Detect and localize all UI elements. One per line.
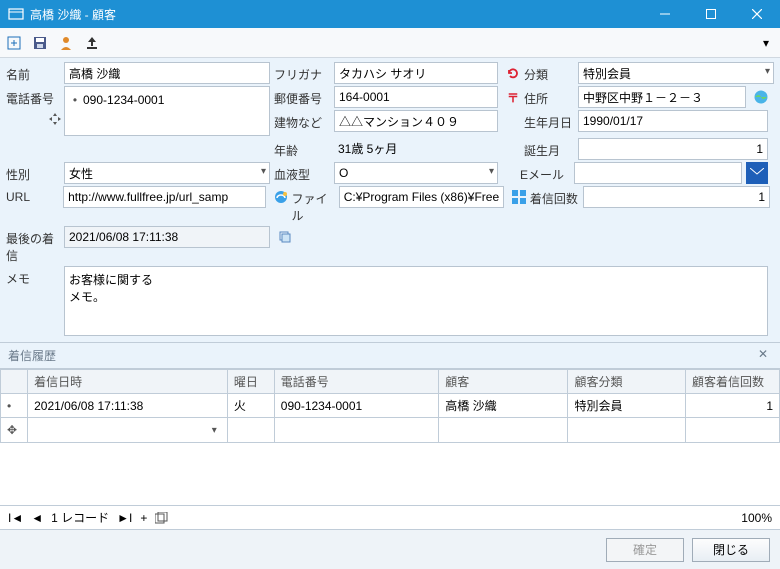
label-building: 建物など (274, 110, 334, 132)
blood-select[interactable] (334, 162, 498, 184)
address-input[interactable] (578, 86, 746, 108)
col-weekday[interactable]: 曜日 (227, 370, 274, 394)
nav-first-icon[interactable]: I◄ (8, 511, 23, 525)
windows-icon[interactable] (508, 186, 530, 208)
label-birth-month: 誕生月 (524, 138, 578, 159)
cell-category: 特別会員 (568, 394, 685, 418)
table-row[interactable]: • 2021/06/08 17:11:38 火 090-1234-0001 高橋… (1, 394, 780, 418)
name-input[interactable] (64, 62, 270, 84)
new-record-icon[interactable] (6, 35, 22, 51)
history-header: 着信履歴 ✕ (0, 342, 780, 369)
cell-count: 1 (685, 394, 779, 418)
history-title: 着信履歴 (8, 347, 56, 364)
footer: 確定 閉じる (0, 529, 780, 569)
file-input[interactable] (339, 186, 504, 208)
postal-input[interactable] (334, 86, 498, 108)
furigana-input[interactable] (334, 62, 498, 84)
record-navigator: I◄ ◄ 1 レコード ►I + 100% (0, 505, 780, 529)
url-input[interactable] (63, 186, 266, 208)
window-title: 高橋 沙織 - 顧客 (30, 6, 642, 23)
birth-input[interactable] (578, 110, 768, 132)
row-bullet-icon: • (67, 93, 83, 107)
label-gender: 性別 (6, 162, 64, 183)
category-select[interactable] (578, 62, 774, 84)
label-birth: 生年月日 (524, 110, 578, 132)
label-phone: 電話番号 (6, 86, 64, 107)
label-url: URL (6, 186, 63, 204)
titlebar: 高橋 沙織 - 顧客 (0, 0, 780, 28)
nav-duplicate-icon[interactable] (155, 512, 169, 524)
new-datetime-input[interactable] (34, 421, 221, 439)
phone-list[interactable]: •090-1234-0001 (64, 86, 270, 136)
save-icon[interactable] (32, 35, 48, 51)
globe-icon[interactable] (750, 86, 772, 108)
call-count-value[interactable] (583, 186, 770, 208)
cell-weekday: 火 (227, 394, 274, 418)
label-name: 名前 (6, 62, 64, 83)
nav-add-icon[interactable]: + (140, 511, 147, 525)
label-last-call: 最後の着信 (6, 226, 64, 264)
label-file: ファイル (292, 186, 339, 224)
zoom-level[interactable]: 100% (741, 511, 772, 525)
last-call-input[interactable] (64, 226, 270, 248)
col-datetime[interactable]: 着信日時 (28, 370, 228, 394)
move-handle-icon[interactable]: ✥ (1, 418, 28, 443)
label-category: 分類 (524, 62, 578, 83)
label-blood: 血液型 (274, 162, 334, 183)
col-customer[interactable]: 顧客 (439, 370, 568, 394)
close-dialog-button[interactable]: 閉じる (692, 538, 770, 562)
confirm-button[interactable]: 確定 (606, 538, 684, 562)
label-call-count: 着信回数 (530, 186, 583, 207)
history-header-row: 着信日時 曜日 電話番号 顧客 顧客分類 顧客着信回数 (1, 370, 780, 394)
phone-value: 090-1234-0001 (83, 93, 164, 107)
form-area: 名前 フリガナ 分類 電話番号 •090-1234-0001 郵便番号 〒 住所 (0, 58, 780, 342)
cell-datetime: 2021/06/08 17:11:38 (28, 394, 228, 418)
history-close-icon[interactable]: ✕ (754, 347, 772, 364)
copy-icon[interactable] (274, 226, 296, 248)
app-icon (8, 6, 24, 22)
toolbar: ▾ (0, 28, 780, 58)
user-icon[interactable] (58, 35, 74, 51)
label-furigana: フリガナ (274, 62, 334, 83)
history-grid-wrap: 着信日時 曜日 電話番号 顧客 顧客分類 顧客着信回数 • 2021/06/08… (0, 369, 780, 505)
ie-icon[interactable] (270, 186, 292, 208)
nav-prev-icon[interactable]: ◄ (31, 511, 43, 525)
upload-icon[interactable] (84, 35, 100, 51)
row-marker-icon: • (1, 394, 28, 418)
refresh-icon[interactable] (502, 62, 524, 84)
label-address: 住所 (524, 86, 578, 108)
col-category[interactable]: 顧客分類 (568, 370, 685, 394)
memo-textarea[interactable] (64, 266, 768, 336)
maximize-button[interactable] (688, 0, 734, 28)
record-counter: 1 レコード (51, 509, 109, 526)
table-row-new[interactable]: ✥ (1, 418, 780, 443)
label-email: Eメール (520, 162, 574, 183)
gender-select[interactable] (64, 162, 270, 184)
age-value: 31歳 5ヶ月 (334, 138, 498, 160)
building-input[interactable] (334, 110, 498, 132)
menu-dropdown-icon[interactable]: ▾ (758, 35, 774, 51)
col-count[interactable]: 顧客着信回数 (685, 370, 779, 394)
move-handle-icon[interactable] (48, 112, 62, 126)
label-postal: 郵便番号 (274, 86, 334, 108)
cell-customer: 高橋 沙織 (439, 394, 568, 418)
postal-icon[interactable]: 〒 (502, 86, 524, 108)
mail-icon[interactable] (746, 162, 768, 184)
nav-next-icon[interactable]: ►I (117, 511, 132, 525)
label-age: 年齢 (274, 138, 334, 159)
minimize-button[interactable] (642, 0, 688, 28)
label-memo: メモ (6, 266, 64, 287)
birth-month-value[interactable] (578, 138, 768, 160)
col-phone[interactable]: 電話番号 (274, 370, 438, 394)
email-input[interactable] (574, 162, 742, 184)
close-button[interactable] (734, 0, 780, 28)
cell-phone: 090-1234-0001 (274, 394, 438, 418)
history-grid: 着信日時 曜日 電話番号 顧客 顧客分類 顧客着信回数 • 2021/06/08… (0, 369, 780, 443)
